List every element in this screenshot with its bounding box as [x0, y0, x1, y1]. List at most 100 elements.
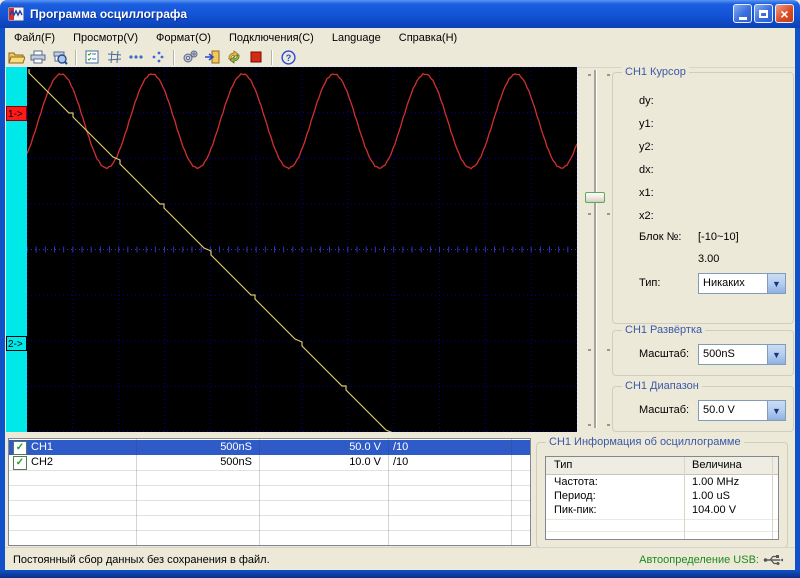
slider-tick [607, 424, 610, 426]
slider-tick [607, 213, 610, 215]
ch1-timebase: 500nS [136, 441, 252, 453]
print-preview-icon[interactable] [50, 49, 70, 66]
status-bar: Постоянный сбор данных без сохранения в … [5, 547, 795, 571]
usb-icon [763, 554, 783, 566]
maximize-button[interactable] [754, 4, 773, 23]
block-number-value: 3.00 [698, 253, 719, 265]
cursor-y1-label: y1: [639, 118, 654, 130]
ch1-checkbox[interactable]: ✓ [13, 441, 27, 455]
range-group-title: CH1 Диапазон [622, 380, 702, 392]
ch1-position-marker[interactable]: 1-> [6, 106, 27, 121]
chevron-down-icon[interactable]: ▼ [767, 345, 785, 364]
app-icon [8, 6, 24, 22]
waveform-info-group: CH1 Информация об осциллограмме Тип Вели… [536, 442, 788, 548]
ch2-name: CH2 [31, 456, 53, 468]
cursor-dy-label: dy: [639, 95, 654, 107]
minimize-button[interactable] [733, 4, 752, 23]
menu-help[interactable]: Справка(Н) [390, 30, 466, 46]
ch1-probe: /10 [393, 441, 408, 453]
chevron-down-icon[interactable]: ▼ [767, 401, 785, 420]
sweep-scale-label: Масштаб: [639, 348, 689, 360]
toolbar: ? [5, 47, 795, 68]
measure-dots-icon[interactable] [126, 49, 146, 66]
table-gridline [136, 439, 137, 545]
window-border [0, 28, 5, 570]
svg-text:?: ? [285, 53, 291, 63]
info-table-header: Тип Величина [546, 457, 778, 475]
ch2-checkbox[interactable]: ✓ [13, 456, 27, 470]
ch2-timebase: 500nS [136, 456, 252, 468]
settings-gears-icon[interactable] [180, 49, 200, 66]
table-gridline [9, 530, 530, 531]
grid-icon[interactable] [104, 49, 124, 66]
menu-view[interactable]: Просмотр(V) [64, 30, 147, 46]
menu-language[interactable]: Language [323, 30, 390, 46]
ch2-range: 10.0 V [259, 456, 381, 468]
help-icon[interactable]: ? [278, 49, 298, 66]
info-row-period: Период: 1.00 uS [546, 490, 778, 504]
sweep-scale-combobox[interactable]: 500nS ▼ [698, 344, 786, 365]
close-button[interactable]: × [775, 4, 794, 23]
slider-tick [607, 74, 610, 76]
sample-points-icon[interactable] [148, 49, 168, 66]
slider-tick [607, 349, 610, 351]
waveform-info-title: CH1 Информация об осциллограмме [546, 436, 744, 448]
cursor-type-combobox[interactable]: Никаких ▼ [698, 273, 786, 294]
cursor-x1-label: x1: [639, 187, 654, 199]
toolbar-separator [271, 50, 273, 65]
table-gridline [9, 500, 530, 501]
ch2-probe: /10 [393, 456, 408, 468]
chevron-down-icon[interactable]: ▼ [767, 274, 785, 293]
vertical-position-slider-thumb[interactable] [585, 192, 605, 203]
slider-tick [588, 349, 591, 351]
info-gridline [546, 519, 778, 520]
block-range-value: [-10~10] [698, 231, 739, 243]
cursor-y2-label: y2: [639, 141, 654, 153]
ch1-range: 50.0 V [259, 441, 381, 453]
ch2-position-marker[interactable]: 2-> [6, 336, 27, 351]
channels-table: ✓ CH1 500nS 50.0 V /10 ✓ CH2 500nS 10.0 … [8, 438, 531, 546]
oscilloscope-display[interactable] [27, 67, 577, 432]
scope-canvas [27, 67, 577, 432]
period-label: Период: [554, 490, 596, 502]
frequency-label: Частота: [554, 476, 598, 488]
connect-icon[interactable] [202, 49, 222, 66]
table-gridline [9, 485, 530, 486]
channel-list-icon[interactable] [82, 49, 102, 66]
block-number-label: Блок №: [639, 231, 681, 243]
menu-format[interactable]: Формат(О) [147, 30, 220, 46]
stop-icon[interactable] [246, 49, 266, 66]
app-window: Программа осциллографа × Файл(F) Просмот… [0, 0, 800, 578]
table-row-ch1[interactable]: ✓ CH1 500nS 50.0 V /10 [9, 440, 530, 455]
info-gridline [772, 457, 773, 539]
info-row-frequency: Частота: 1.00 MHz [546, 476, 778, 490]
range-scale-combobox[interactable]: 50.0 V ▼ [698, 400, 786, 421]
slider-tick [588, 424, 591, 426]
info-gridline [684, 457, 685, 539]
range-group: CH1 Диапазон Масштаб: 50.0 V ▼ [612, 386, 794, 432]
table-gridline [388, 439, 389, 545]
table-gridline [511, 439, 512, 545]
cursor-group-title: CH1 Курсор [622, 66, 689, 78]
refresh-icon[interactable] [224, 49, 244, 66]
slider-tick [588, 74, 591, 76]
print-icon[interactable] [28, 49, 48, 66]
info-gridline [546, 531, 778, 532]
range-scale-value: 50.0 V [699, 401, 767, 420]
status-message: Постоянный сбор данных без сохранения в … [13, 554, 270, 566]
minimize-icon [739, 17, 747, 20]
title-bar[interactable]: Программа осциллографа × [0, 0, 800, 28]
table-row-ch2[interactable]: ✓ CH2 500nS 10.0 V /10 [9, 455, 530, 470]
frequency-value: 1.00 MHz [692, 476, 739, 488]
menu-bar: Файл(F) Просмотр(V) Формат(О) Подключени… [5, 28, 795, 47]
info-col-value: Величина [692, 459, 742, 471]
vertical-position-slider-track[interactable] [594, 70, 596, 428]
peak-to-peak-label: Пик-пик: [554, 504, 597, 516]
slider-tick [588, 213, 591, 215]
period-value: 1.00 uS [692, 490, 730, 502]
cursor-group: CH1 Курсор dy: y1: y2: dx: x1: x2: Блок … [612, 72, 794, 324]
open-icon[interactable] [6, 49, 26, 66]
menu-connections[interactable]: Подключения(С) [220, 30, 323, 46]
menu-file[interactable]: Файл(F) [5, 30, 64, 46]
sweep-group-title: CH1 Развёртка [622, 324, 705, 336]
